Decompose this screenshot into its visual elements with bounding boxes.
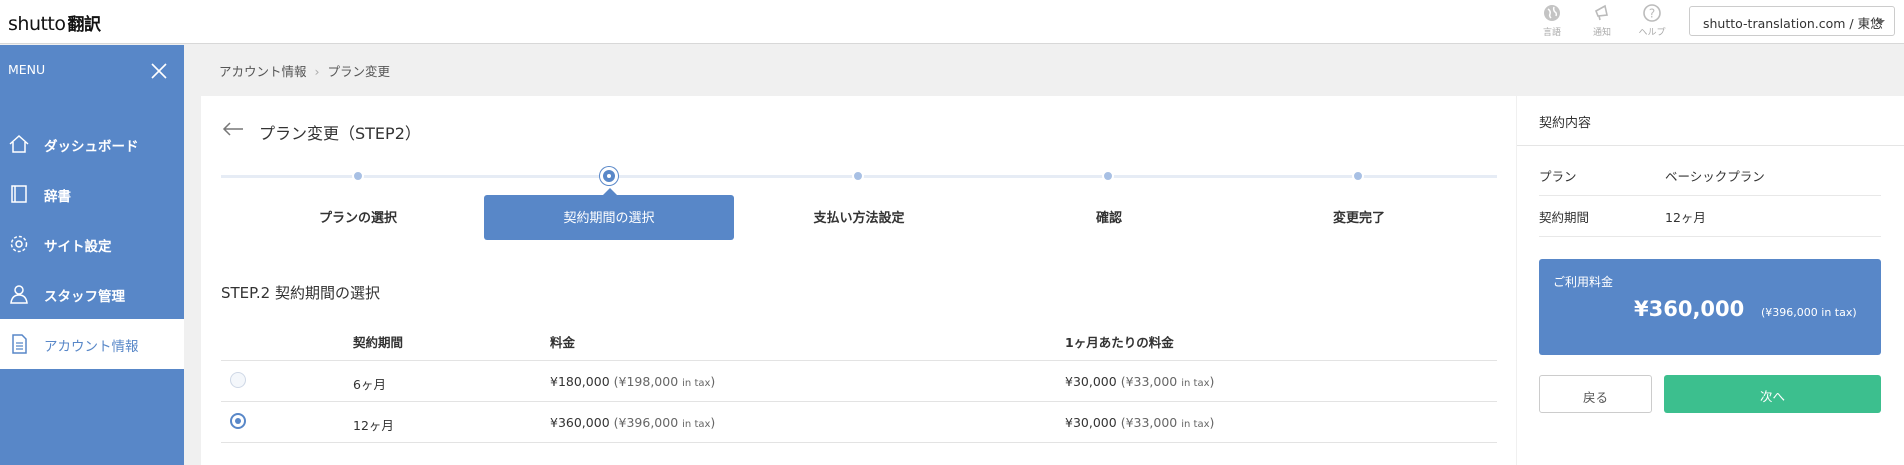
- step-dot-4: [1102, 170, 1114, 182]
- row-divider: [221, 442, 1497, 443]
- logo-jp: 翻訳: [67, 15, 102, 35]
- page-title: プラン変更（STEP2）: [259, 124, 421, 143]
- language-icon: [1544, 5, 1560, 21]
- price-tax: (¥198,000 in tax): [613, 374, 716, 389]
- sidebar-item-label: スタッフ管理: [44, 289, 125, 305]
- step-dot-3: [852, 170, 864, 182]
- main-card: プラン変更（STEP2） プランの選択 契約期間の選択 支払い方法設定 確認 変…: [201, 96, 1516, 465]
- sidebar-item-staff[interactable]: スタッフ管理: [0, 269, 184, 319]
- sidebar-item-label: ダッシュボード: [44, 139, 139, 155]
- staff-icon: [10, 285, 28, 304]
- monthly-tax: (¥33,000 in tax): [1120, 374, 1215, 389]
- close-icon[interactable]: [150, 62, 168, 80]
- step-dot-2-current: [600, 167, 618, 185]
- sidebar-item-account[interactable]: アカウント情報: [0, 319, 184, 369]
- sidebar-item-site-settings[interactable]: サイト設定: [0, 219, 184, 269]
- breadcrumb-item-account[interactable]: アカウント情報: [219, 64, 307, 79]
- fee-label: ご利用料金: [1553, 275, 1614, 289]
- notification-button[interactable]: 通知: [1582, 3, 1622, 38]
- table-cell-price: ¥360,000 (¥396,000 in tax): [550, 415, 715, 430]
- breadcrumb: アカウント情報 › プラン変更: [219, 61, 390, 80]
- period-radio-6[interactable]: [230, 372, 246, 388]
- row-divider: [221, 360, 1497, 361]
- sidebar-item-label: サイト設定: [44, 239, 112, 255]
- monthly-tax: (¥33,000 in tax): [1120, 415, 1215, 430]
- step-label-5: 変更完了: [1332, 211, 1385, 226]
- site-select-value: shutto-translation.com / 東悠: [1703, 16, 1883, 31]
- chevron-right-icon: ›: [314, 64, 320, 79]
- step-dot-5: [1352, 170, 1364, 182]
- period-key: 契約期間: [1539, 210, 1590, 225]
- help-label: ヘルプ: [1638, 28, 1666, 38]
- price-value: ¥360,000: [550, 415, 610, 430]
- section-title: STEP.2 契約期間の選択: [221, 284, 380, 302]
- monthly-value: ¥30,000: [1065, 415, 1117, 430]
- column-header-period: 契約期間: [353, 335, 404, 350]
- column-header-monthly: 1ヶ月あたりの料金: [1065, 335, 1174, 350]
- contract-summary-panel: 契約内容 プラン ベーシックプラン 契約期間 12ヶ月 ご利用料金 ¥360,0…: [1517, 96, 1904, 465]
- gear-icon: [10, 235, 28, 253]
- top-header: shutto 翻訳 言語 通知 ? ヘルプ shutto-translation.…: [0, 0, 1904, 44]
- book-icon: [11, 185, 27, 203]
- monthly-value: ¥30,000: [1065, 374, 1117, 389]
- column-header-price: 料金: [550, 335, 576, 350]
- logo-en: shutto: [8, 13, 66, 35]
- plan-key: プラン: [1539, 169, 1577, 184]
- price-value: ¥180,000: [550, 374, 610, 389]
- next-button[interactable]: 次へ: [1664, 375, 1881, 413]
- help-icon: ?: [1643, 4, 1661, 22]
- step-label-2: 契約期間の選択: [563, 211, 655, 226]
- table-cell-period: 6ヶ月: [353, 377, 386, 392]
- fee-box: ご利用料金 ¥360,000 (¥396,000 in tax): [1539, 259, 1881, 355]
- menu-label: MENU: [8, 62, 46, 77]
- table-cell-price: ¥180,000 (¥198,000 in tax): [550, 374, 715, 389]
- divider: [1539, 236, 1881, 237]
- table-cell-period: 12ヶ月: [353, 418, 394, 433]
- fee-amount: ¥360,000: [1634, 297, 1745, 321]
- price-tax: (¥396,000 in tax): [613, 415, 716, 430]
- back-button[interactable]: 戻る: [1539, 375, 1652, 413]
- step-label-1: プランの選択: [318, 211, 397, 226]
- language-button[interactable]: 言語: [1532, 3, 1572, 38]
- svg-text:?: ?: [1649, 7, 1655, 21]
- language-label: 言語: [1542, 28, 1561, 38]
- back-arrow-icon[interactable]: [221, 120, 245, 138]
- chevron-down-icon: [1877, 20, 1885, 24]
- divider: [1517, 145, 1904, 146]
- sidebar: MENU ダッシュボード 辞書 サイト設定 スタッフ管理 アカウント情報: [0, 45, 184, 465]
- sidebar-item-label: 辞書: [44, 189, 71, 205]
- site-select[interactable]: shutto-translation.com / 東悠: [1689, 6, 1895, 36]
- breadcrumb-item-plan-change: プラン変更: [327, 64, 391, 79]
- home-icon: [9, 134, 29, 153]
- step-dot-1: [352, 170, 364, 182]
- notification-label: 通知: [1592, 28, 1611, 38]
- step-label-3: 支払い方法設定: [813, 211, 905, 226]
- notification-icon: [1594, 4, 1608, 21]
- document-icon: [12, 334, 27, 354]
- summary-title: 契約内容: [1539, 116, 1592, 131]
- row-divider: [221, 401, 1497, 402]
- step-pointer: [603, 188, 617, 195]
- sidebar-item-dashboard[interactable]: ダッシュボード: [0, 119, 184, 169]
- period-value: 12ヶ月: [1665, 210, 1706, 225]
- sidebar-item-label: アカウント情報: [44, 339, 139, 355]
- help-button[interactable]: ? ヘルプ: [1632, 3, 1672, 38]
- step-label-4: 確認: [1095, 211, 1122, 226]
- plan-value: ベーシックプラン: [1665, 169, 1765, 184]
- divider: [1539, 195, 1881, 196]
- logo[interactable]: shutto 翻訳: [8, 10, 101, 35]
- sidebar-item-dictionary[interactable]: 辞書: [0, 169, 184, 219]
- period-radio-12[interactable]: [230, 413, 246, 429]
- table-cell-monthly: ¥30,000 (¥33,000 in tax): [1065, 415, 1214, 430]
- fee-tax: (¥396,000 in tax): [1761, 306, 1857, 319]
- table-cell-monthly: ¥30,000 (¥33,000 in tax): [1065, 374, 1214, 389]
